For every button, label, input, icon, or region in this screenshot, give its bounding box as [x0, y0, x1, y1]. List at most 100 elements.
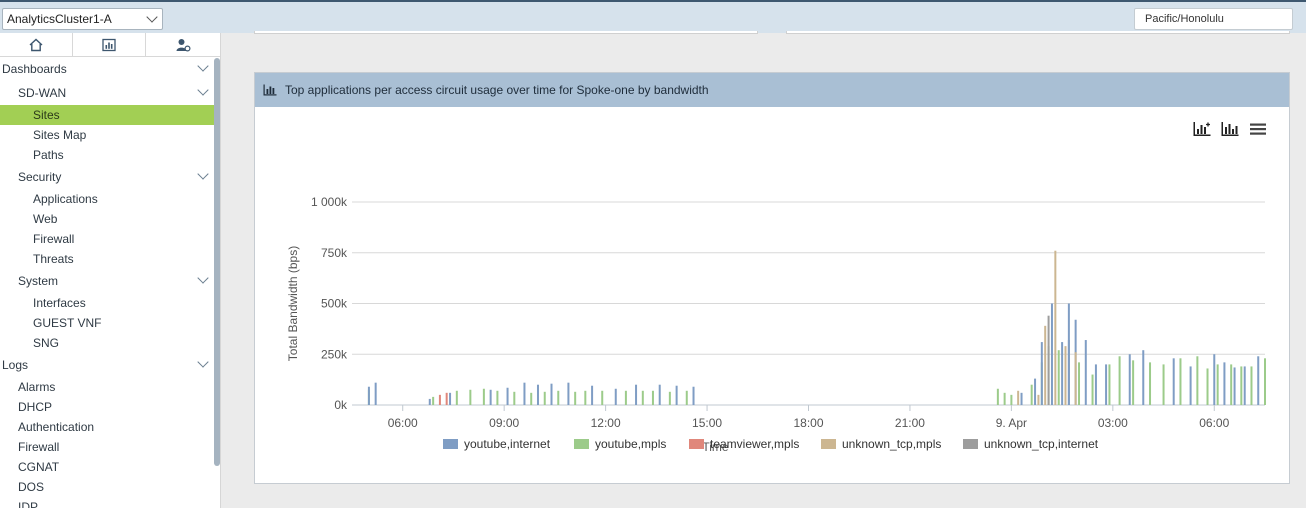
bar-youtube-internet[interactable]	[1094, 364, 1097, 405]
bar-youtube-mpls[interactable]	[1196, 356, 1199, 405]
bar-youtube-mpls[interactable]	[1230, 364, 1233, 405]
bar-youtube-internet[interactable]	[1257, 356, 1260, 405]
bar-youtube-internet[interactable]	[675, 385, 678, 405]
bar-youtube-mpls[interactable]	[1057, 350, 1060, 405]
bar-youtube-internet[interactable]	[1213, 354, 1216, 405]
bar-youtube-internet[interactable]	[1050, 303, 1053, 406]
bar-youtube-mpls[interactable]	[996, 388, 999, 405]
bar-youtube-internet[interactable]	[1223, 362, 1226, 405]
sidebar-scrollbar[interactable]	[214, 58, 220, 466]
sidebar-item-applications[interactable]: Applications	[0, 189, 220, 209]
bar-youtube-internet[interactable]	[1142, 350, 1145, 405]
bar-youtube-internet[interactable]	[1243, 366, 1246, 405]
bar-youtube-internet[interactable]	[1067, 303, 1070, 406]
sidebar-item-security[interactable]: Security	[0, 165, 220, 189]
bar-youtube-mpls[interactable]	[1179, 358, 1182, 405]
bar-youtube-internet[interactable]	[1105, 364, 1108, 405]
bar-youtube-internet[interactable]	[367, 386, 370, 405]
sidebar-item-sites-map[interactable]: Sites Map	[0, 125, 220, 145]
sidebar-item-idp[interactable]: IDP	[0, 497, 220, 508]
bar-youtube-mpls[interactable]	[1206, 368, 1209, 405]
legend-item[interactable]: youtube,internet	[443, 437, 551, 451]
sidebar-item-web[interactable]: Web	[0, 209, 220, 229]
bar-unknown-tcp-mpls[interactable]	[1074, 352, 1077, 405]
bar-youtube-internet[interactable]	[1172, 358, 1175, 405]
bar-youtube-internet[interactable]	[489, 389, 492, 405]
bar-youtube-mpls[interactable]	[496, 390, 499, 405]
sidebar-item-dhcp[interactable]: DHCP	[0, 397, 220, 417]
sidebar-item-sd-wan[interactable]: SD-WAN	[0, 81, 220, 105]
bar-youtube-mpls[interactable]	[1149, 362, 1152, 405]
sidebar-item-authentication[interactable]: Authentication	[0, 417, 220, 437]
bar-youtube-mpls[interactable]	[482, 388, 485, 405]
bar-unknown-tcp-mpls[interactable]	[1037, 394, 1040, 405]
tab-analytics[interactable]	[73, 33, 146, 57]
bar-youtube-mpls[interactable]	[1250, 366, 1253, 405]
timezone-field[interactable]: Pacific/Honolulu	[1134, 8, 1293, 30]
bar-youtube-mpls[interactable]	[1030, 384, 1033, 405]
sidebar-item-alarms[interactable]: Alarms	[0, 377, 220, 397]
sidebar-item-dashboards[interactable]: Dashboards	[0, 57, 220, 81]
bar-youtube-mpls[interactable]	[1162, 364, 1165, 405]
tab-admin[interactable]	[146, 33, 219, 57]
bar-youtube-internet[interactable]	[1061, 342, 1064, 405]
bar-unknown-tcp-mpls[interactable]	[1044, 325, 1047, 405]
sidebar-item-logs[interactable]: Logs	[0, 353, 220, 377]
bar-unknown-tcp-internet[interactable]	[1047, 315, 1050, 405]
sidebar-item-sites[interactable]: Sites	[0, 105, 220, 125]
sidebar-item-guest-vnf[interactable]: GUEST VNF	[0, 313, 220, 333]
bar-youtube-internet[interactable]	[635, 384, 638, 405]
bar-youtube-mpls[interactable]	[432, 396, 435, 405]
bar-youtube-mpls[interactable]	[455, 390, 458, 405]
sidebar-item-firewall[interactable]: Firewall	[0, 229, 220, 249]
bar-youtube-mpls[interactable]	[584, 390, 587, 405]
bar-youtube-mpls[interactable]	[1003, 392, 1006, 405]
bar-youtube-internet[interactable]	[550, 383, 553, 405]
bar-youtube-mpls[interactable]	[543, 391, 546, 405]
bar-youtube-mpls[interactable]	[601, 390, 604, 405]
bar-youtube-internet[interactable]	[658, 384, 661, 405]
bar-youtube-internet[interactable]	[614, 388, 617, 405]
bar-youtube-internet[interactable]	[1189, 366, 1192, 405]
bar-youtube-internet[interactable]	[1034, 378, 1037, 405]
bar-youtube-mpls[interactable]	[624, 390, 627, 405]
sidebar-item-system[interactable]: System	[0, 269, 220, 293]
tab-home[interactable]	[0, 33, 73, 57]
bar-youtube-internet[interactable]	[1128, 354, 1131, 405]
legend-item[interactable]: unknown_tcp,mpls	[821, 437, 941, 451]
bar-youtube-internet[interactable]	[1233, 367, 1236, 405]
bar-youtube-mpls[interactable]	[1118, 356, 1121, 405]
sidebar-item-threats[interactable]: Threats	[0, 249, 220, 269]
bar-youtube-internet[interactable]	[374, 382, 377, 405]
bar-teamviewer-mpls[interactable]	[445, 392, 448, 405]
bar-youtube-internet[interactable]	[1084, 340, 1087, 405]
bar-youtube-internet[interactable]	[506, 387, 509, 405]
bar-youtube-mpls[interactable]	[1091, 374, 1094, 405]
bar-youtube-mpls[interactable]	[1108, 364, 1111, 405]
bar-youtube-internet[interactable]	[1020, 392, 1023, 405]
bar-youtube-mpls[interactable]	[1264, 358, 1266, 405]
bar-youtube-internet[interactable]	[449, 392, 452, 405]
bar-youtube-mpls[interactable]	[1132, 360, 1135, 405]
bar-youtube-internet[interactable]	[523, 382, 526, 405]
sidebar-item-firewall[interactable]: Firewall	[0, 437, 220, 457]
bar-youtube-mpls[interactable]	[668, 391, 671, 405]
bar-youtube-internet[interactable]	[536, 384, 539, 405]
bar-youtube-mpls[interactable]	[557, 390, 560, 405]
bar-youtube-mpls[interactable]	[1078, 362, 1081, 405]
bar-youtube-mpls[interactable]	[1010, 394, 1013, 405]
bar-youtube-mpls[interactable]	[469, 389, 472, 405]
sidebar-item-paths[interactable]: Paths	[0, 145, 220, 165]
bar-youtube-internet[interactable]	[692, 386, 695, 405]
legend-item[interactable]: unknown_tcp,internet	[963, 437, 1099, 451]
bar-youtube-mpls[interactable]	[641, 390, 644, 405]
bar-youtube-internet[interactable]	[1040, 342, 1043, 405]
bar-youtube-mpls[interactable]	[685, 390, 688, 405]
bar-unknown-tcp-mpls[interactable]	[1064, 346, 1067, 405]
sidebar-item-sng[interactable]: SNG	[0, 333, 220, 353]
bar-youtube-mpls[interactable]	[1240, 366, 1243, 405]
legend-item[interactable]: youtube,mpls	[574, 437, 666, 451]
bar-youtube-mpls[interactable]	[530, 392, 533, 405]
sidebar-item-dos[interactable]: DOS	[0, 477, 220, 497]
cluster-select[interactable]: AnalyticsCluster1-A	[2, 8, 163, 30]
